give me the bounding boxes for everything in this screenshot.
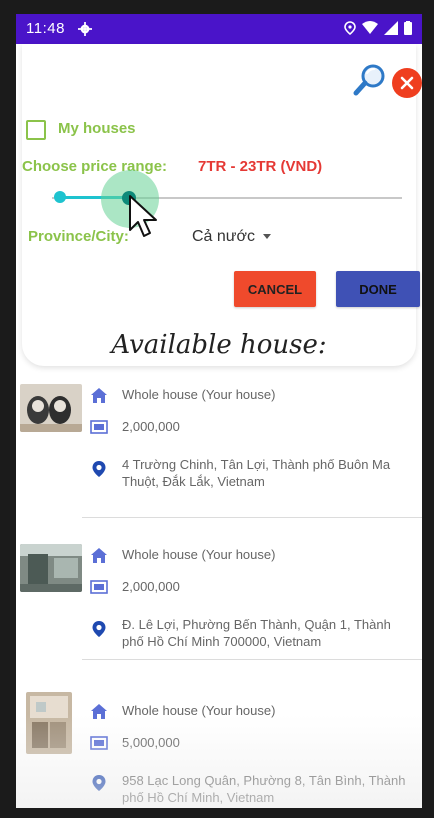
- my-houses-checkbox[interactable]: [26, 120, 46, 140]
- house-price-text: 2,000,000: [122, 419, 180, 434]
- house-type-text: Whole house (Your house): [122, 547, 276, 562]
- location-pin-icon: [92, 775, 106, 791]
- cancel-button[interactable]: CANCEL: [234, 271, 316, 307]
- province-label: Province/City:: [28, 228, 129, 245]
- wifi-icon: [362, 21, 378, 34]
- price-tag-icon: [90, 736, 108, 750]
- price-range-value: 7TR - 23TR (VND): [198, 158, 323, 175]
- house-type-text: Whole house (Your house): [122, 703, 276, 718]
- house-price-text: 2,000,000: [122, 579, 180, 594]
- province-value: Cả nước: [192, 228, 255, 245]
- status-time: 11:48: [26, 20, 65, 37]
- house-address-text: 958 Lạc Long Quân, Phường 8, Tân Bình, T…: [122, 773, 406, 805]
- house-address-text: 4 Trường Chinh, Tân Lợi, Thành phố Buôn …: [122, 457, 391, 489]
- battery-icon: [404, 21, 412, 35]
- house-thumbnail-room: [20, 544, 82, 592]
- house-list-item[interactable]: Whole house (Your house) 5,000,000 958 L…: [16, 690, 422, 808]
- house-type-text: Whole house (Your house): [122, 387, 276, 402]
- house-type-icon: [91, 704, 107, 719]
- status-icons: [344, 21, 412, 35]
- house-list-item[interactable]: Whole house (Your house) 2,000,000 Đ. Lê…: [16, 542, 422, 702]
- search-icon[interactable]: [352, 62, 388, 98]
- list-divider: [82, 517, 422, 518]
- house-list-item[interactable]: Whole house (Your house) 2,000,000 4 Trư…: [16, 382, 422, 542]
- settings-gear-icon: [78, 22, 92, 36]
- price-tag-icon: [90, 420, 108, 434]
- dropdown-caret-icon: [263, 234, 271, 240]
- filter-panel: My houses Choose price range: 7TR - 23TR…: [22, 44, 422, 366]
- location-pin-icon: [92, 621, 106, 637]
- location-pin-icon: [92, 461, 106, 477]
- house-type-icon: [91, 548, 107, 563]
- house-type-icon: [91, 388, 107, 403]
- house-thumbnail-dogs: [20, 384, 82, 432]
- province-dropdown[interactable]: Cả nước: [192, 228, 271, 246]
- list-divider: [82, 659, 422, 660]
- mouse-cursor-icon: [129, 195, 157, 237]
- house-thumbnail-kitchen: [26, 692, 72, 754]
- signal-icon: [384, 21, 398, 35]
- house-price-text: 5,000,000: [122, 735, 180, 750]
- done-button[interactable]: DONE: [336, 271, 420, 307]
- app-screen: 11:48 My houses Choose price range: 7TR …: [16, 14, 422, 808]
- my-houses-label: My houses: [58, 120, 136, 137]
- price-slider-min-thumb[interactable]: [54, 191, 66, 203]
- house-address-text: Đ. Lê Lợi, Phường Bến Thành, Quận 1, Thà…: [122, 617, 391, 649]
- location-icon: [344, 21, 356, 35]
- available-house-title: Available house:: [111, 330, 327, 360]
- price-tag-icon: [90, 580, 108, 594]
- close-icon: [400, 76, 414, 90]
- close-button[interactable]: [392, 68, 422, 98]
- status-bar: 11:48: [16, 14, 422, 44]
- price-range-label: Choose price range:: [22, 158, 168, 175]
